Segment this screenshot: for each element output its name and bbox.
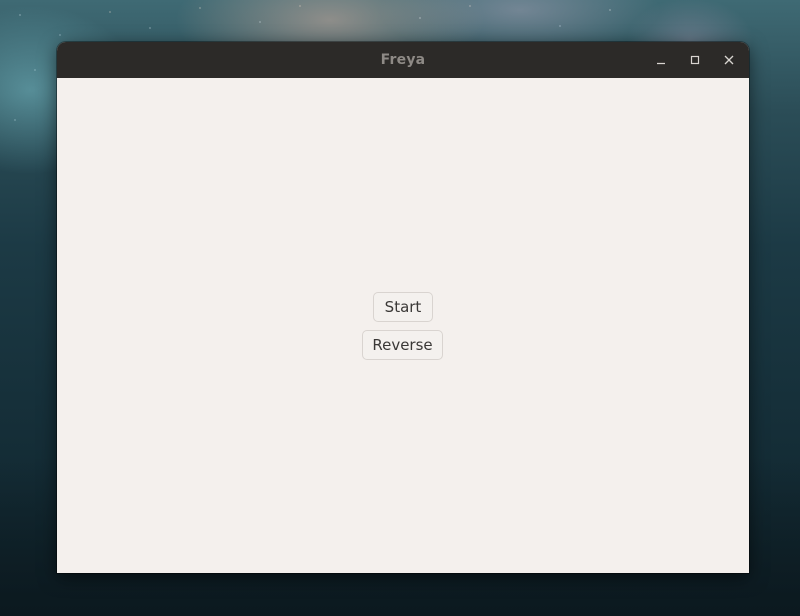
minimize-icon [657, 62, 665, 65]
app-window: Freya Start Reverse [57, 42, 749, 573]
close-icon [724, 55, 734, 65]
maximize-button[interactable] [681, 48, 709, 72]
window-titlebar[interactable]: Freya [57, 42, 749, 78]
window-content: Start Reverse [57, 78, 749, 573]
minimize-button[interactable] [647, 48, 675, 72]
window-controls [641, 42, 743, 78]
maximize-icon [690, 55, 700, 65]
close-button[interactable] [715, 48, 743, 72]
start-button[interactable]: Start [373, 292, 433, 322]
reverse-button[interactable]: Reverse [362, 330, 443, 360]
window-title: Freya [380, 52, 426, 68]
